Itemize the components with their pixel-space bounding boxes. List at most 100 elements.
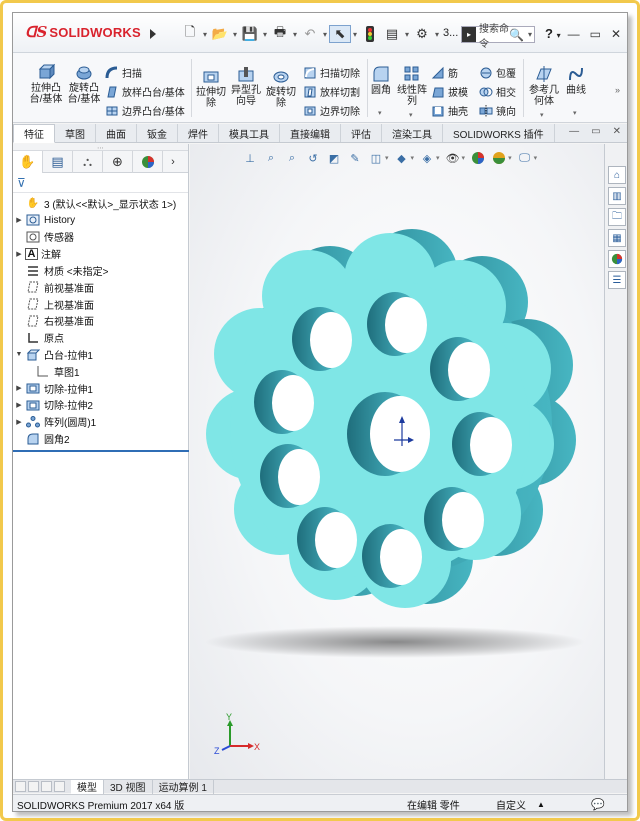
- doc-close-icon[interactable]: ✕: [613, 126, 621, 137]
- tree-item-sketch1[interactable]: 草图1: [13, 363, 188, 380]
- tab-features[interactable]: 特征: [13, 124, 55, 143]
- solidworks-logo[interactable]: ᗡS SOLIDWORKS: [25, 23, 141, 41]
- shell-button[interactable]: 抽壳: [431, 103, 468, 118]
- reference-triad[interactable]: Y X Z: [214, 712, 260, 756]
- file-properties-icon[interactable]: ▤: [381, 25, 403, 43]
- tab-evaluate[interactable]: 评估: [341, 124, 382, 142]
- rollback-bar[interactable]: [13, 450, 189, 452]
- intersect-button[interactable]: 相交: [479, 84, 516, 99]
- extrude-boss-button[interactable]: 拉伸凸 台/基体: [29, 63, 63, 105]
- tree-item-fillet2[interactable]: 圆角2: [13, 430, 188, 447]
- property-manager-tab-icon[interactable]: ▤: [43, 151, 73, 173]
- configuration-manager-tab-icon[interactable]: ⛬: [73, 151, 103, 173]
- draft-button[interactable]: 拔模: [431, 84, 468, 99]
- command-search-icon[interactable]: ▸: [462, 27, 476, 42]
- dimxpert-manager-tab-icon[interactable]: ⊕: [103, 151, 133, 173]
- view-palette-icon[interactable]: ▦: [608, 229, 626, 247]
- appearances-scenes-icon[interactable]: [608, 250, 626, 268]
- sweep-cut-button[interactable]: 扫描切除: [303, 65, 360, 80]
- open-folder-icon[interactable]: 📂: [209, 25, 231, 43]
- tab-weldments[interactable]: 焊件: [178, 124, 219, 142]
- properties-dropdown-icon[interactable]: ▾: [403, 30, 411, 39]
- tab-scroll-last-icon[interactable]: [54, 781, 65, 792]
- boundary-boss-button[interactable]: 边界凸台/基体: [105, 103, 185, 118]
- search-icon[interactable]: 🔍: [509, 28, 526, 42]
- options-gear-icon[interactable]: ⚙: [411, 25, 433, 43]
- custom-properties-icon[interactable]: ☰: [608, 271, 626, 289]
- tab-render-tools[interactable]: 渲染工具: [382, 124, 443, 142]
- hole-wizard-button[interactable]: 异型孔 向导: [229, 65, 263, 107]
- tab-addins[interactable]: SOLIDWORKS 插件: [443, 124, 555, 142]
- menu-expand-icon[interactable]: [148, 27, 158, 41]
- restore-icon[interactable]: ▭: [590, 27, 601, 41]
- rebuild-traffic-light-icon[interactable]: [359, 25, 381, 43]
- tab-model[interactable]: 模型: [71, 779, 104, 794]
- tab-sheet-metal[interactable]: 钣金: [137, 124, 178, 142]
- minimize-icon[interactable]: —: [568, 27, 580, 41]
- search-dropdown-icon[interactable]: ▾: [526, 30, 534, 39]
- revolve-boss-button[interactable]: 旋转凸 台/基体: [67, 63, 101, 105]
- solidworks-resources-home-icon[interactable]: ⌂: [608, 166, 626, 184]
- tree-item-history[interactable]: ▶ History: [13, 212, 188, 229]
- manager-tabs-more-icon[interactable]: ›: [163, 151, 183, 172]
- extrude-cut-button[interactable]: 拉伸切 除: [195, 67, 227, 109]
- fillet-button[interactable]: 圆角: [369, 65, 393, 96]
- expand-arrow-icon[interactable]: ▶: [13, 418, 25, 426]
- collapse-arrow-icon[interactable]: ▼: [13, 351, 25, 358]
- file-explorer-icon[interactable]: 🗀: [608, 208, 626, 226]
- expand-arrow-icon[interactable]: ▶: [13, 216, 25, 224]
- boundary-cut-button[interactable]: 边界切除: [303, 103, 360, 118]
- save-dropdown-icon[interactable]: ▾: [261, 30, 269, 39]
- tree-item-boss-extrude1[interactable]: ▼ 凸台-拉伸1: [13, 346, 188, 363]
- fillet-dropdown-icon[interactable]: ▾: [378, 109, 382, 117]
- design-library-icon[interactable]: ▥: [608, 187, 626, 205]
- status-chat-icon[interactable]: 💬: [591, 798, 605, 811]
- tree-item-origin[interactable]: 原点: [13, 329, 188, 346]
- help-button[interactable]: ? ▾: [545, 26, 561, 41]
- tab-3d-views[interactable]: 3D 视图: [104, 779, 153, 794]
- curves-dropdown-icon[interactable]: ▾: [573, 109, 577, 117]
- tree-item-right-plane[interactable]: 右视基准面: [13, 313, 188, 330]
- tree-item-top-plane[interactable]: 上视基准面: [13, 296, 188, 313]
- loft-boss-button[interactable]: 放样凸台/基体: [105, 84, 185, 99]
- tree-item-cut-extrude2[interactable]: ▶ 切除-拉伸2: [13, 397, 188, 414]
- select-dropdown-icon[interactable]: ▾: [351, 30, 359, 39]
- select-arrow-icon[interactable]: ⬉: [329, 25, 351, 43]
- display-manager-tab-icon[interactable]: [133, 151, 163, 173]
- undo-dropdown-icon[interactable]: ▾: [321, 30, 329, 39]
- doc-restore-icon[interactable]: ▭: [591, 126, 600, 137]
- graphics-area[interactable]: ⊥ ⌕ ⌕ ↺ ◩ ✎ ◫ ▾ ◆ ▾ ◈ ▾ 👁 ▾ ▾ 🖵 ▾ Y X Z: [190, 144, 604, 793]
- tab-surfaces[interactable]: 曲面: [96, 124, 137, 142]
- search-box[interactable]: ▸ 搜索命令 🔍 ▾: [461, 24, 535, 50]
- filter-icon[interactable]: ⊽: [13, 173, 188, 193]
- ref-geometry-dropdown-icon[interactable]: ▾: [540, 111, 544, 119]
- tab-sketch[interactable]: 草图: [55, 124, 96, 142]
- tree-root[interactable]: ✋ 3 (默认<<默认>_显示状态 1>): [13, 195, 188, 212]
- tree-item-front-plane[interactable]: 前视基准面: [13, 279, 188, 296]
- tab-direct-editing[interactable]: 直接编辑: [280, 124, 341, 142]
- unit-system-selector[interactable]: 自定义: [496, 797, 526, 812]
- tab-scroll-prev-icon[interactable]: [28, 781, 39, 792]
- print-dropdown-icon[interactable]: ▾: [291, 30, 299, 39]
- tab-scroll-first-icon[interactable]: [15, 781, 26, 792]
- curves-button[interactable]: 曲线: [564, 65, 588, 96]
- rib-button[interactable]: 筋: [431, 65, 458, 80]
- tab-mold-tools[interactable]: 模具工具: [219, 124, 280, 142]
- expand-arrow-icon[interactable]: ▶: [13, 250, 25, 258]
- tree-item-material[interactable]: 材质 <未指定>: [13, 262, 188, 279]
- wrap-button[interactable]: 包覆: [479, 65, 516, 80]
- expand-arrow-icon[interactable]: ▶: [13, 384, 25, 392]
- tree-item-circular-pattern1[interactable]: ▶ 阵列(圆周)1: [13, 413, 188, 430]
- tab-scroll-next-icon[interactable]: [41, 781, 52, 792]
- doc-minimize-icon[interactable]: —: [569, 126, 579, 137]
- part-model-render[interactable]: Y X Z: [190, 144, 604, 793]
- tree-item-annotations[interactable]: ▶ A 注解: [13, 245, 188, 262]
- undo-icon[interactable]: ↶: [299, 25, 321, 43]
- options-dropdown-icon[interactable]: ▾: [433, 30, 441, 39]
- new-dropdown-icon[interactable]: ▾: [201, 30, 209, 39]
- reference-geometry-button[interactable]: 参考几 何体: [526, 65, 562, 107]
- open-dropdown-icon[interactable]: ▾: [231, 30, 239, 39]
- panel-splitter[interactable]: ⋯: [13, 144, 188, 152]
- unit-system-dropdown-icon[interactable]: ▲: [537, 800, 545, 809]
- close-icon[interactable]: ✕: [611, 27, 621, 41]
